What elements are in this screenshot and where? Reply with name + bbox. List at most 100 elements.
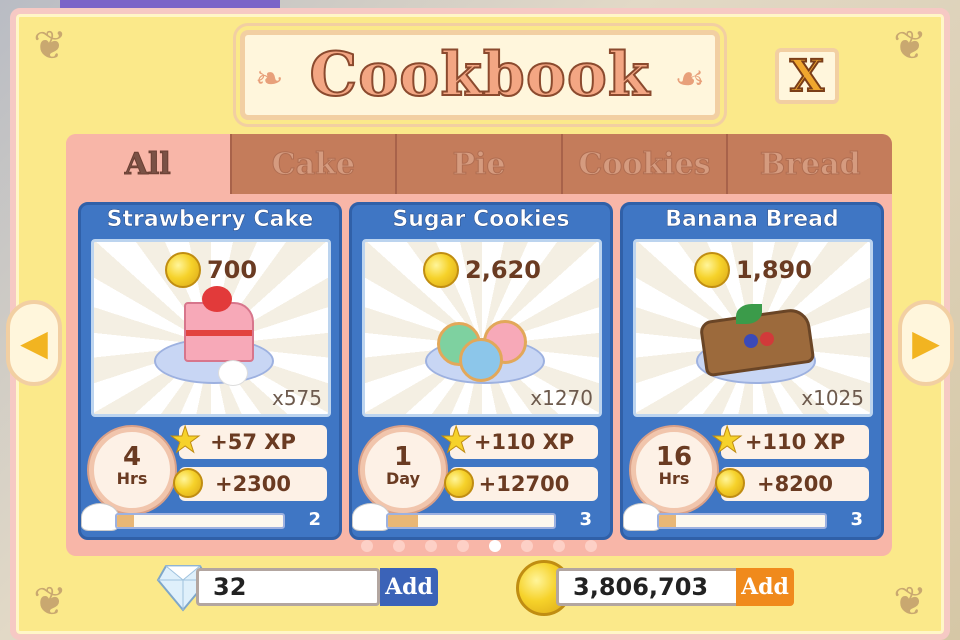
page-dot[interactable] [489,540,501,552]
recipe-card-strawberry-cake[interactable]: Strawberry Cake 700 x575 4 Hrs ★ +57 XP [78,202,342,540]
cream-graphic [218,360,248,386]
tab-bread[interactable]: Bread [728,134,892,194]
corner-ornament-icon: ❦ [33,23,67,69]
recipe-card-banana-bread[interactable]: Banana Bread 1,890 x1025 16 Hrs ★ +110 X… [620,202,884,540]
recipe-count: x575 [271,386,322,410]
cook-timer: 16 Hrs [631,427,717,513]
page-dot[interactable] [521,540,533,552]
right-arrow-button[interactable]: ▶ [898,300,954,386]
xp-value: +57 XP [210,430,296,454]
left-arrow-button[interactable]: ◀ [6,300,62,386]
mastery-progress: 3 [623,503,881,533]
mastery-level: 3 [850,509,863,530]
timer-value: 4 [122,442,142,472]
page-dot[interactable] [553,540,565,552]
cook-timer: 4 Hrs [89,427,175,513]
recipe-price: 700 [94,252,328,288]
corner-ornament-icon: ❦ [33,579,67,625]
page-dot[interactable] [425,540,437,552]
recipe-price: 2,620 [365,252,599,288]
page-dot[interactable] [457,540,469,552]
coins-value: 3,806,703 [556,568,740,606]
recipe-name: Strawberry Cake [106,207,314,233]
xp-star-icon: ★ [710,420,744,461]
title-plate: ❧ Cookbook ☙ [240,30,720,120]
raspberry-graphic [760,332,774,346]
gems-value: 32 [196,568,380,606]
page-indicator [66,540,892,552]
timer-unit: Day [385,469,420,488]
recipe-count: x1270 [530,386,593,410]
tab-pie[interactable]: Pie [397,134,563,194]
xp-reward: ★ +110 XP [710,420,869,461]
recipe-price: 1,890 [636,252,870,288]
gems-bar: 32 Add [156,565,440,612]
add-coins-button[interactable]: Add [736,568,794,606]
recipe-image: 1,890 x1025 [633,239,873,417]
right-arrow-icon: ▶ [912,322,940,364]
cook-timer: 1 Day [360,427,446,513]
tab-all[interactable]: All [66,134,232,194]
coin-reward-value: +12700 [478,472,570,496]
xp-reward: ★ +110 XP [439,420,598,461]
xp-value: +110 XP [473,430,575,454]
mastery-bar [657,513,827,529]
tab-cookies[interactable]: Cookies [562,134,729,194]
gold-coin-icon [173,468,203,498]
recipe-count: x1025 [801,386,864,410]
add-gems-button[interactable]: Add [380,568,438,606]
recipe-card-sugar-cookies[interactable]: Sugar Cookies 2,620 x1270 1 Day ★ +110 X… [349,202,613,540]
left-arrow-icon: ◀ [20,322,48,364]
price-value: 700 [206,256,258,284]
mastery-progress: 2 [81,503,339,533]
recipe-panel: All Cake Pie Cookies Bread Strawberry Ca… [66,134,892,556]
coin-reward: +2300 [173,467,327,501]
xp-star-icon: ★ [168,420,202,461]
coins-bar: 3,806,703 Add [516,560,800,616]
timer-unit: Hrs [116,469,148,488]
price-value: 1,890 [736,256,812,284]
gold-coin-icon [715,468,745,498]
mastery-fill [659,515,676,527]
close-icon: X [789,50,825,103]
corner-ornament-icon: ❦ [893,579,927,625]
coin-reward: +8200 [715,467,869,501]
recipe-name: Banana Bread [665,207,839,233]
mastery-fill [388,515,418,527]
gold-coin-icon [444,468,474,498]
recipe-cards: Strawberry Cake 700 x575 4 Hrs ★ +57 XP [78,202,884,540]
recipe-image: 2,620 x1270 [362,239,602,417]
blueberry-graphic [744,334,758,348]
xp-star-icon: ★ [439,420,473,461]
timer-unit: Hrs [658,469,690,488]
mastery-bar [386,513,556,529]
coin-reward-value: +8200 [756,472,834,496]
coin-reward-value: +2300 [214,472,292,496]
timer-value: 1 [393,442,413,472]
chef-hat-icon [81,503,119,531]
gold-coin-icon [694,252,731,288]
tab-cake[interactable]: Cake [231,134,398,194]
xp-reward: ★ +57 XP [168,420,327,461]
category-tabs: All Cake Pie Cookies Bread [66,134,892,194]
mastery-level: 2 [308,509,321,530]
recipe-image: 700 x575 [91,239,331,417]
mastery-bar [115,513,285,529]
gold-coin-icon [423,252,460,288]
mastery-fill [117,515,134,527]
corner-ornament-icon: ❦ [893,23,927,69]
xp-value: +110 XP [744,430,846,454]
flourish-icon: ☙ [674,59,705,99]
timer-value: 16 [655,442,693,472]
chef-hat-icon [623,503,661,531]
chef-hat-icon [352,503,390,531]
close-button[interactable]: X [775,48,839,104]
page-title: Cookbook [309,39,651,111]
page-dot[interactable] [585,540,597,552]
page-dot[interactable] [393,540,405,552]
price-value: 2,620 [465,256,541,284]
flourish-icon: ❧ [255,59,284,99]
mastery-progress: 3 [352,503,610,533]
recipe-name: Sugar Cookies [392,207,570,233]
page-dot[interactable] [361,540,373,552]
